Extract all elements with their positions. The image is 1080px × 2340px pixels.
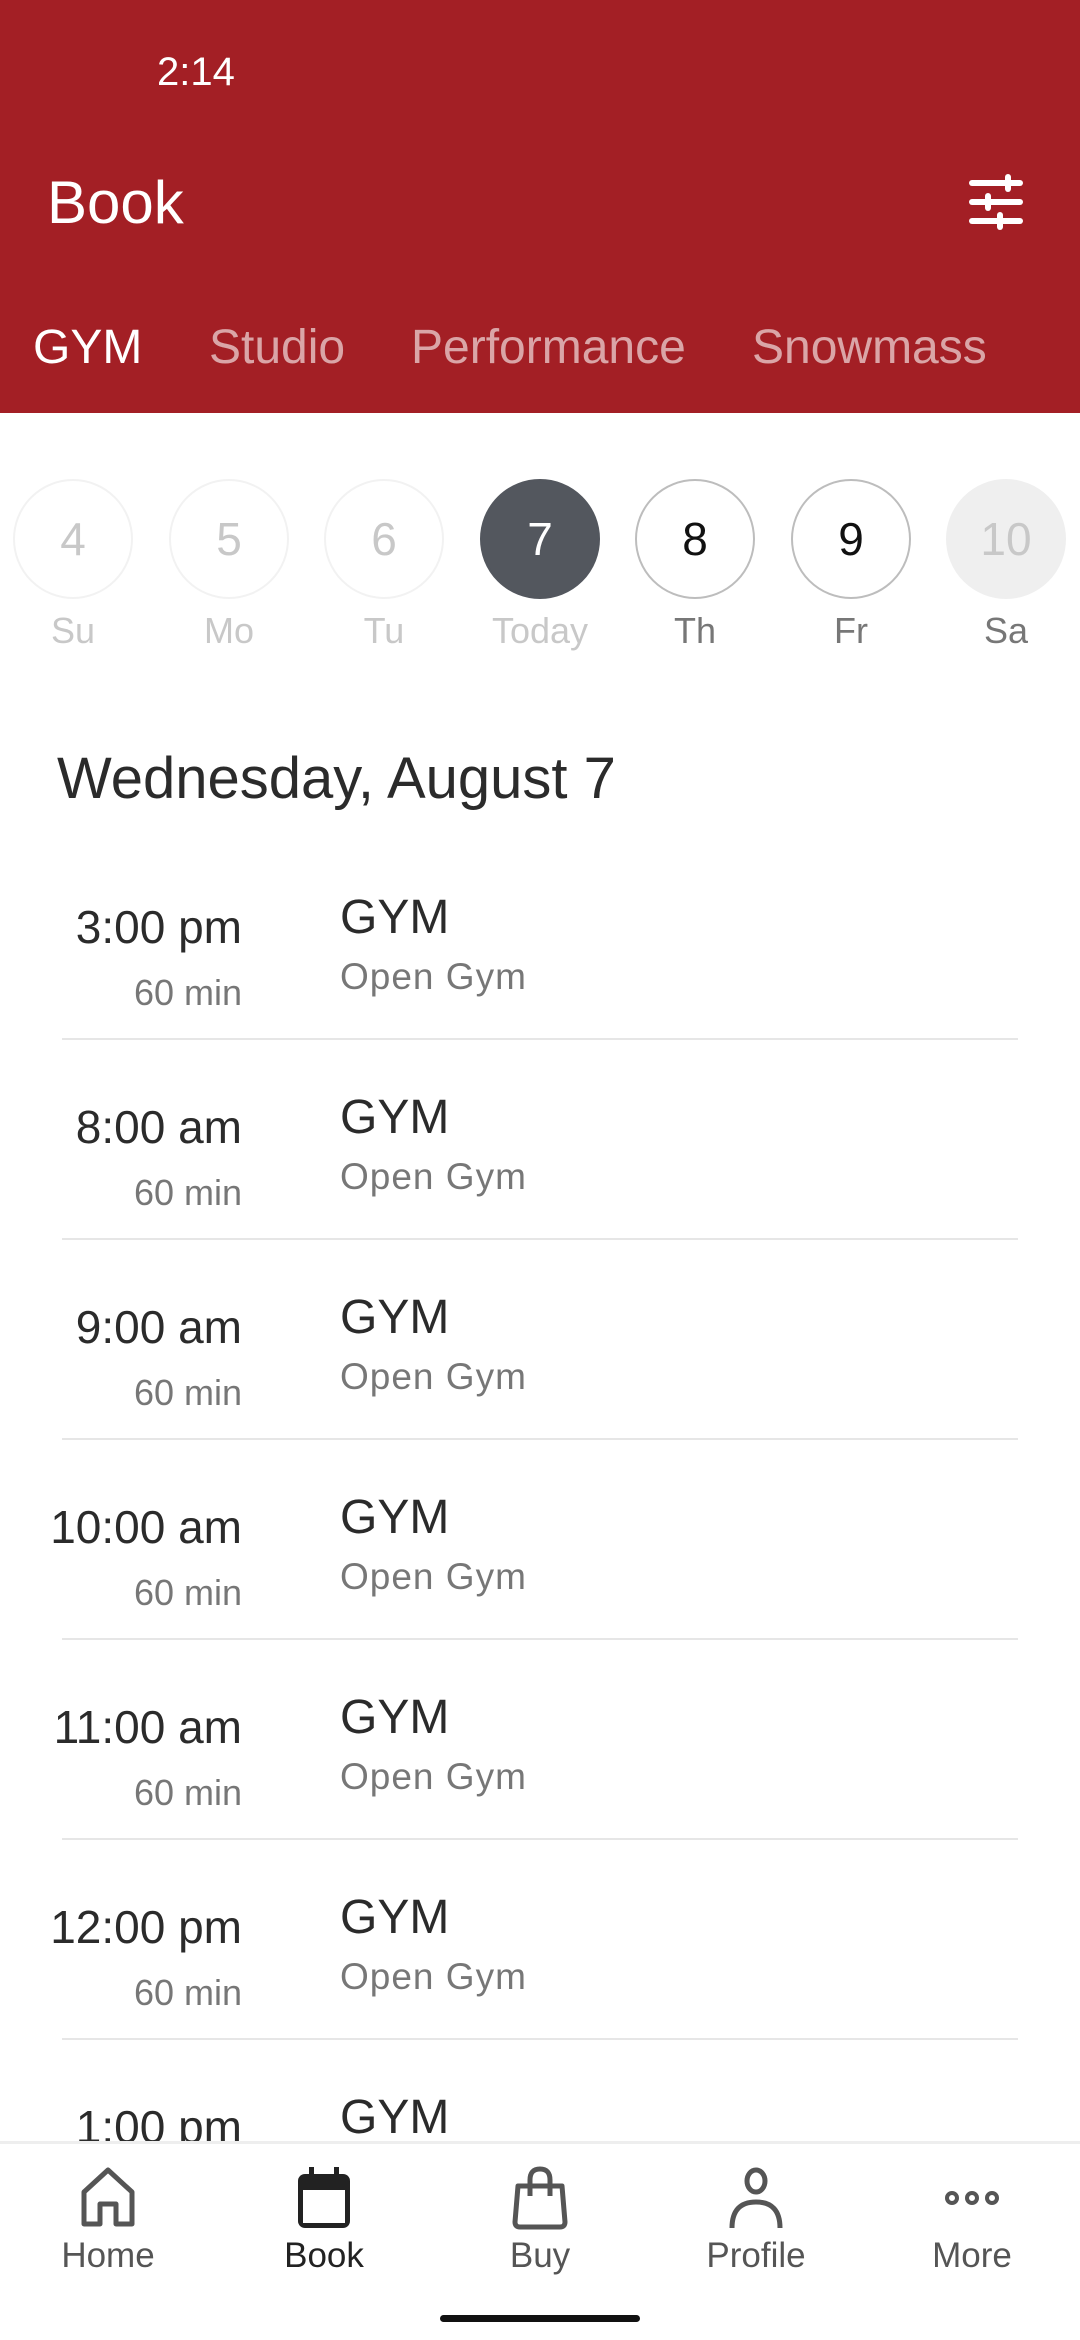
day-4[interactable]: 4 [13, 479, 133, 599]
class-name: GYM [340, 1291, 450, 1344]
day-label: Mo [203, 610, 254, 651]
day-label: Su [50, 610, 96, 651]
tab-studio[interactable]: Studio [209, 320, 345, 375]
nav-more[interactable]: More [864, 2144, 1080, 2284]
nav-label: Buy [509, 2236, 571, 2275]
divider [62, 1038, 1018, 1040]
class-row[interactable]: 8:00 am 60 min GYM Open Gym [0, 1090, 1080, 1290]
day-label: Th [673, 610, 716, 651]
day-6[interactable]: 6 [324, 479, 444, 599]
class-type: Open Gym [340, 1956, 527, 1997]
class-type: Open Gym [340, 1156, 527, 1197]
day-7-today[interactable]: 7 [480, 479, 600, 599]
nav-book[interactable]: Book [216, 2144, 432, 2284]
calendar-icon [298, 2167, 350, 2228]
class-type: Open Gym [340, 1356, 527, 1397]
day-label: Sa [983, 610, 1029, 651]
home-icon [81, 2167, 135, 2227]
tab-snowmass[interactable]: Snowmass [752, 320, 987, 375]
class-name: GYM [340, 891, 450, 944]
class-type: Open Gym [340, 1556, 527, 1597]
divider [62, 2038, 1018, 2040]
class-duration: 60 min [133, 1972, 242, 2013]
day-5[interactable]: 5 [169, 479, 289, 599]
class-type: Open Gym [340, 1756, 527, 1797]
tab-performance[interactable]: Performance [411, 320, 686, 375]
nav-home[interactable]: Home [0, 2144, 216, 2284]
divider [62, 1838, 1018, 1840]
bottom-nav: Home Book Buy Profile More [0, 2141, 1080, 2340]
class-duration: 60 min [133, 1172, 242, 1213]
page-title: Book [47, 169, 184, 236]
sliders-icon[interactable] [966, 174, 1026, 230]
day-label: Tu [363, 610, 405, 651]
class-row[interactable]: 11:00 am 60 min GYM Open Gym [0, 1690, 1080, 1890]
nav-label: More [932, 2236, 1012, 2275]
class-duration: 60 min [133, 972, 242, 1013]
class-time: 3:00 pm [75, 901, 242, 953]
class-time: 12:00 pm [50, 1901, 242, 1953]
class-row[interactable]: 9:00 am 60 min GYM Open Gym [0, 1290, 1080, 1490]
class-row[interactable]: 3:00 pm 60 min GYM Open Gym [0, 890, 1080, 1090]
class-row[interactable]: 10:00 am 60 min GYM Open Gym [0, 1490, 1080, 1690]
class-name: GYM [340, 1691, 450, 1744]
class-time: 11:00 am [53, 1701, 242, 1753]
status-time: 2:14 [157, 50, 235, 94]
more-icon [945, 2191, 999, 2205]
class-name: GYM [340, 1091, 450, 1144]
divider [62, 1638, 1018, 1640]
person-icon [729, 2167, 783, 2229]
class-time: 9:00 am [75, 1301, 242, 1353]
class-type: Open Gym [340, 956, 527, 997]
app-header: 2:14 Book GYM Studio Performance Snowmas… [0, 0, 1080, 413]
class-row[interactable]: 12:00 pm 60 min GYM Open Gym [0, 1890, 1080, 2090]
nav-label: Home [61, 2236, 155, 2275]
class-time: 8:00 am [75, 1101, 242, 1153]
day-9[interactable]: 9 [791, 479, 911, 599]
home-indicator[interactable] [440, 2315, 640, 2322]
day-label: Fr [834, 610, 868, 651]
divider [62, 1438, 1018, 1440]
date-heading: Wednesday, August 7 [57, 746, 616, 811]
nav-label: Book [284, 2236, 364, 2275]
divider [62, 1238, 1018, 1240]
day-label: Today [491, 610, 589, 651]
class-duration: 60 min [133, 1372, 242, 1413]
class-time: 10:00 am [50, 1501, 242, 1553]
class-name: GYM [340, 2091, 450, 2144]
class-duration: 60 min [133, 1772, 242, 1813]
shopping-bag-icon [512, 2166, 568, 2230]
class-duration: 60 min [133, 1572, 242, 1613]
tab-gym[interactable]: GYM [33, 320, 142, 375]
day-10[interactable]: 10 [946, 479, 1066, 599]
day-8[interactable]: 8 [635, 479, 755, 599]
nav-profile[interactable]: Profile [648, 2144, 864, 2284]
nav-label: Profile [706, 2236, 806, 2275]
class-name: GYM [340, 1491, 450, 1544]
nav-buy[interactable]: Buy [432, 2144, 648, 2284]
class-name: GYM [340, 1891, 450, 1944]
